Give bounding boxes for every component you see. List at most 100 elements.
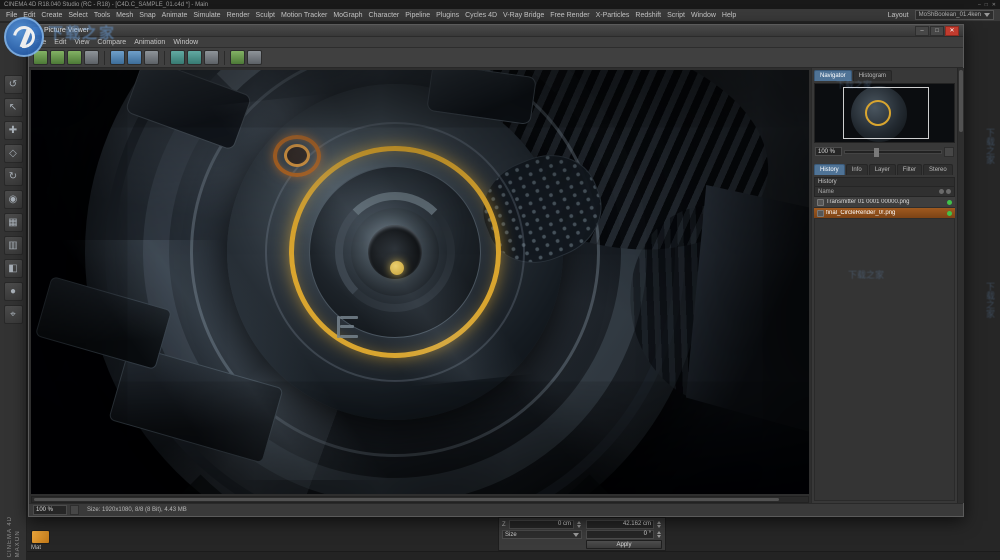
move-tool-button[interactable]: ✚ bbox=[3, 121, 23, 140]
vertical-scrollbar-thumb[interactable] bbox=[959, 70, 963, 132]
layout-dropdown[interactable]: MoShBoolean_01.4ken bbox=[914, 10, 994, 20]
menu-motion-tracker[interactable]: Motion Tracker bbox=[281, 12, 327, 19]
tab-info[interactable]: Info bbox=[845, 164, 868, 175]
chevron-down-icon bbox=[984, 13, 990, 17]
menu-redshift[interactable]: Redshift bbox=[635, 12, 661, 19]
coordinates-manager-button[interactable]: ⌖ bbox=[3, 305, 23, 324]
size-stepper[interactable] bbox=[656, 520, 662, 529]
histogram-icon[interactable] bbox=[230, 50, 245, 65]
rotate-tool-button[interactable]: ↻ bbox=[3, 167, 23, 186]
navigator-zoom-value[interactable]: 100 % bbox=[815, 147, 842, 156]
step-up-icon[interactable] bbox=[657, 521, 661, 524]
pv-zoom-field[interactable]: 100 % bbox=[33, 505, 67, 515]
menu-free-render[interactable]: Free Render bbox=[550, 12, 589, 19]
material-label: Mat bbox=[31, 545, 42, 551]
pv-menu-window[interactable]: Window bbox=[173, 39, 198, 46]
vertical-scrollbar[interactable] bbox=[957, 68, 964, 503]
pv-minimize-button[interactable]: – bbox=[915, 25, 929, 36]
maximize-icon[interactable]: □ bbox=[985, 2, 988, 8]
settings-icon[interactable] bbox=[247, 50, 262, 65]
save-all-icon[interactable] bbox=[67, 50, 82, 65]
step-down-icon[interactable] bbox=[657, 525, 661, 528]
menu-window[interactable]: Window bbox=[691, 12, 716, 19]
render-view-button[interactable]: ▥ bbox=[3, 236, 23, 255]
horizontal-scrollbar[interactable] bbox=[31, 496, 809, 503]
pv-menu-animation[interactable]: Animation bbox=[134, 39, 165, 46]
history-row-selected[interactable]: final_CircleRender_0!.png bbox=[814, 208, 955, 219]
history-item-name: Transmitter 01 0001 00000.png bbox=[826, 199, 910, 205]
menu-animate[interactable]: Animate bbox=[162, 12, 188, 19]
mode-dropdown-value: Size bbox=[505, 531, 517, 538]
menu-cycles-4d[interactable]: Cycles 4D bbox=[465, 12, 497, 19]
menu-plugins[interactable]: Plugins bbox=[436, 12, 459, 19]
tab-filter[interactable]: Filter bbox=[896, 164, 923, 175]
left-tool-palette: ↺ ↖ ✚ ◇ ↻ ◉ ▦ ▥ ◧ ● ⌖ bbox=[0, 23, 27, 560]
menu-help[interactable]: Help bbox=[722, 12, 736, 19]
scale-tool-button[interactable]: ◇ bbox=[3, 144, 23, 163]
navigator-zoom-slider[interactable] bbox=[844, 147, 942, 157]
tab-history[interactable]: History bbox=[814, 164, 845, 175]
swap-ab-icon[interactable] bbox=[187, 50, 202, 65]
menu-sculpt[interactable]: Sculpt bbox=[256, 12, 275, 19]
main-status-strip bbox=[27, 551, 1000, 560]
zoom-reset-button[interactable] bbox=[944, 146, 954, 157]
render-canvas[interactable] bbox=[31, 70, 809, 494]
navigator-zoom-row: 100 % bbox=[812, 145, 957, 158]
history-row[interactable]: Transmitter 01 0001 00000.png bbox=[814, 197, 955, 208]
menu-script[interactable]: Script bbox=[667, 12, 685, 19]
step-up-icon[interactable] bbox=[657, 531, 661, 534]
size-input[interactable]: 42.162 cm bbox=[586, 520, 654, 529]
apply-button[interactable]: Apply bbox=[586, 540, 662, 549]
menu-pipeline[interactable]: Pipeline bbox=[405, 12, 430, 19]
material-swatch[interactable] bbox=[31, 530, 50, 544]
copy-icon[interactable] bbox=[84, 50, 99, 65]
picture-viewer-side-panel: Navigator Histogram 100 % History Info L… bbox=[811, 68, 957, 503]
zoom-slider-thumb[interactable] bbox=[873, 147, 879, 157]
menu-snap[interactable]: Snap bbox=[139, 12, 155, 19]
tab-stereo[interactable]: Stereo bbox=[923, 164, 953, 175]
step-down-icon[interactable] bbox=[657, 535, 661, 538]
play-icon[interactable] bbox=[204, 50, 219, 65]
z-position-stepper[interactable] bbox=[576, 520, 582, 529]
picture-viewer-statusbar: 100 % Size: 1920x1080, 8/8 (8 Bit), 4.43… bbox=[29, 503, 963, 516]
viewport-layout-button[interactable]: ▦ bbox=[3, 213, 23, 232]
last-tool-button[interactable]: ◉ bbox=[3, 190, 23, 209]
menu-vray-bridge[interactable]: V-Ray Bridge bbox=[503, 12, 544, 19]
step-down-icon[interactable] bbox=[577, 525, 581, 528]
picture-viewer-titlebar[interactable]: Picture Viewer – □ ✕ bbox=[29, 25, 963, 37]
navigator-view-rectangle[interactable] bbox=[843, 87, 929, 139]
menu-simulate[interactable]: Simulate bbox=[193, 12, 220, 19]
menu-tools[interactable]: Tools bbox=[94, 12, 110, 19]
undo-tool-button[interactable]: ↺ bbox=[3, 75, 23, 94]
tab-layer[interactable]: Layer bbox=[868, 164, 896, 175]
menu-render[interactable]: Render bbox=[227, 12, 250, 19]
menu-character[interactable]: Character bbox=[369, 12, 400, 19]
menu-select[interactable]: Select bbox=[68, 12, 87, 19]
pv-restore-button[interactable]: □ bbox=[930, 25, 944, 36]
pv-zoom-dropdown-button[interactable] bbox=[70, 505, 79, 515]
minimize-icon[interactable]: – bbox=[978, 2, 981, 8]
angle-input[interactable]: 0 ° bbox=[586, 530, 654, 539]
angle-stepper[interactable] bbox=[656, 530, 662, 539]
menu-x-particles[interactable]: X-Particles bbox=[596, 12, 630, 19]
history-section-label: History bbox=[814, 177, 955, 187]
mode-dropdown[interactable]: Size bbox=[502, 530, 582, 539]
live-selection-tool-button[interactable]: ↖ bbox=[3, 98, 23, 117]
zoom-100-icon[interactable] bbox=[144, 50, 159, 65]
picture-viewer-controls: – □ ✕ bbox=[915, 25, 959, 36]
horizontal-scrollbar-thumb[interactable] bbox=[34, 498, 779, 501]
z-position-input[interactable]: 0 cm bbox=[509, 520, 574, 529]
close-icon[interactable]: ✕ bbox=[992, 2, 996, 8]
menu-mesh[interactable]: Mesh bbox=[116, 12, 133, 19]
menu-mograph[interactable]: MoGraph bbox=[333, 12, 362, 19]
compare-ab-icon[interactable] bbox=[170, 50, 185, 65]
menu-create[interactable]: Create bbox=[41, 12, 62, 19]
navigator-thumbnail[interactable] bbox=[814, 83, 955, 143]
zoom-fit-icon[interactable] bbox=[127, 50, 142, 65]
save-icon[interactable] bbox=[50, 50, 65, 65]
material-manager-button[interactable]: ● bbox=[3, 282, 23, 301]
full-image-icon[interactable] bbox=[110, 50, 125, 65]
render-settings-button[interactable]: ◧ bbox=[3, 259, 23, 278]
pv-close-button[interactable]: ✕ bbox=[945, 25, 959, 36]
step-up-icon[interactable] bbox=[577, 521, 581, 524]
